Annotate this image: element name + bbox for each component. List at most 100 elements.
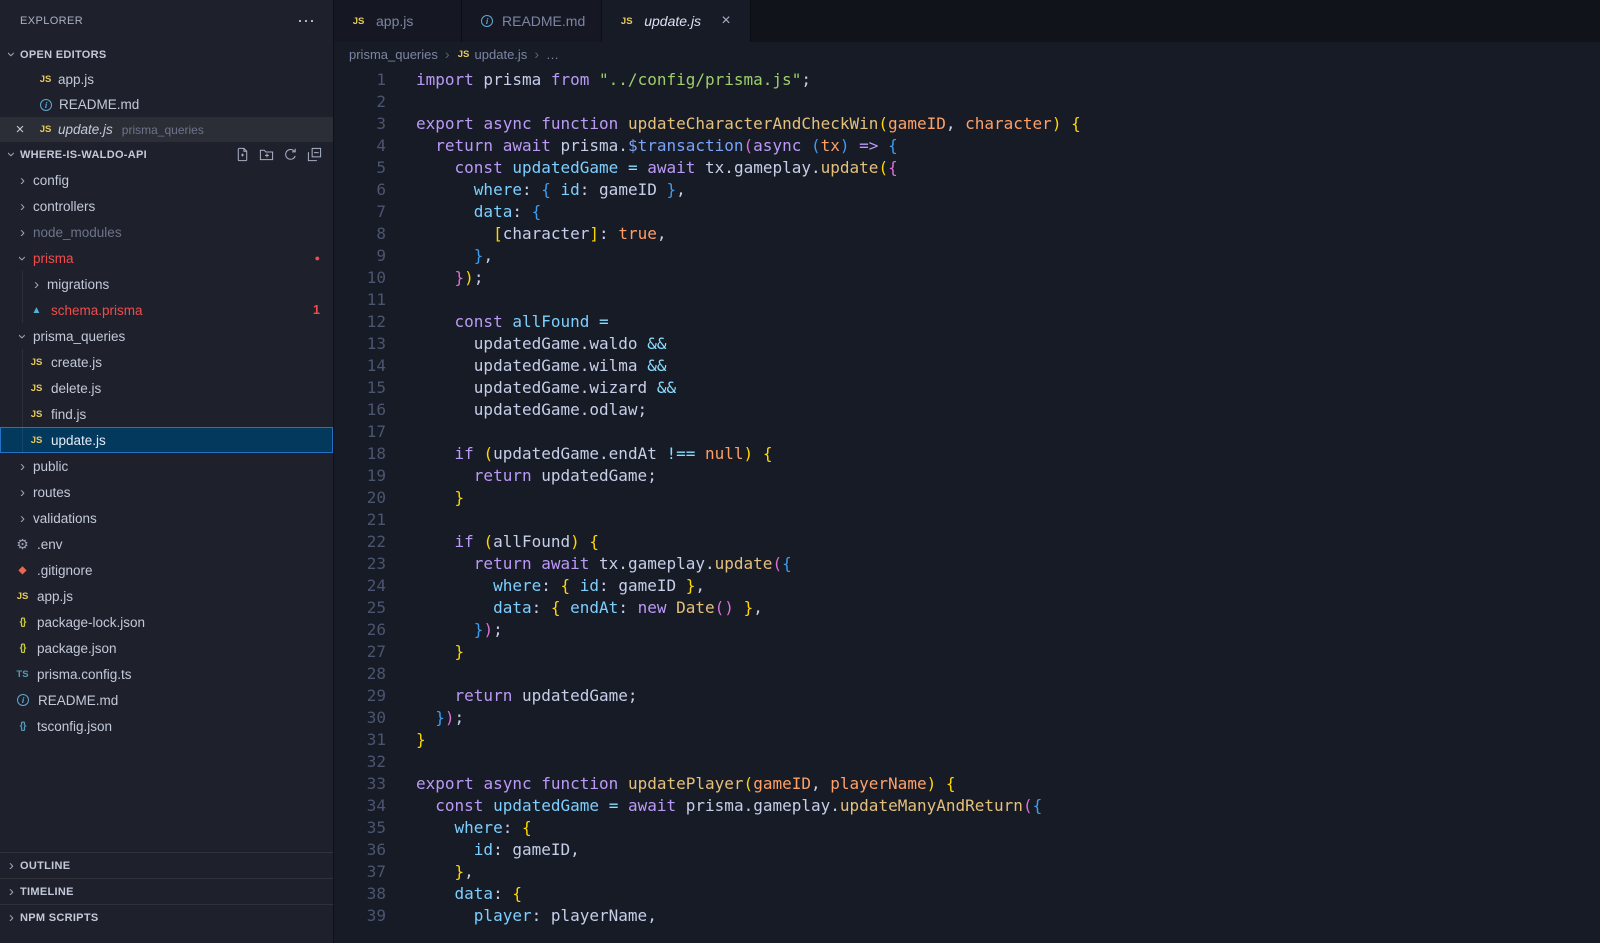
tab-app.js[interactable]: JSapp.js bbox=[334, 0, 462, 42]
workspace-section-header[interactable]: › WHERE-IS-WALDO-API bbox=[0, 142, 333, 167]
tree-item-update.js[interactable]: JSupdate.js bbox=[0, 427, 333, 453]
code-line[interactable]: 34 const updatedGame = await prisma.game… bbox=[334, 796, 1600, 818]
code-line[interactable]: 30 }); bbox=[334, 708, 1600, 730]
tree-item-validations[interactable]: ›validations bbox=[0, 505, 333, 531]
line-number: 26 bbox=[334, 620, 386, 642]
tree-item-label: .env bbox=[37, 537, 63, 552]
code-line[interactable]: 12 const allFound = bbox=[334, 312, 1600, 334]
tree-item-label: .gitignore bbox=[37, 563, 93, 578]
close-icon[interactable]: × bbox=[718, 12, 734, 30]
code-line[interactable]: 33export async function updatePlayer(gam… bbox=[334, 774, 1600, 796]
tree-item-find.js[interactable]: JSfind.js bbox=[0, 401, 333, 427]
code-line[interactable]: 36 id: gameID, bbox=[334, 840, 1600, 862]
code-line[interactable]: 11 bbox=[334, 290, 1600, 312]
tree-item-prisma[interactable]: ›prisma● bbox=[0, 245, 333, 271]
refresh-icon[interactable] bbox=[282, 146, 299, 163]
code-line[interactable]: 24 where: { id: gameID }, bbox=[334, 576, 1600, 598]
section-header-npm-scripts[interactable]: ›NPM SCRIPTS bbox=[0, 904, 333, 930]
code-line[interactable]: 17 bbox=[334, 422, 1600, 444]
code-line[interactable]: 9 }, bbox=[334, 246, 1600, 268]
code-line[interactable]: 10 }); bbox=[334, 268, 1600, 290]
tree-item-README.md[interactable]: iREADME.md bbox=[0, 687, 333, 713]
tree-item-controllers[interactable]: ›controllers bbox=[0, 193, 333, 219]
tree-item-node_modules[interactable]: ›node_modules bbox=[0, 219, 333, 245]
code-line[interactable]: 29 return updatedGame; bbox=[334, 686, 1600, 708]
code-line[interactable]: 21 bbox=[334, 510, 1600, 532]
code-line[interactable]: 15 updatedGame.wizard && bbox=[334, 378, 1600, 400]
code-line[interactable]: 13 updatedGame.waldo && bbox=[334, 334, 1600, 356]
code-line[interactable]: 38 data: { bbox=[334, 884, 1600, 906]
code-line[interactable]: 14 updatedGame.wilma && bbox=[334, 356, 1600, 378]
code-line[interactable]: 37 }, bbox=[334, 862, 1600, 884]
section-header-outline[interactable]: ›OUTLINE bbox=[0, 852, 333, 878]
line-number: 37 bbox=[334, 862, 386, 884]
code-line[interactable]: 1import prisma from "../config/prisma.js… bbox=[334, 70, 1600, 92]
collapse-folders-icon[interactable] bbox=[306, 146, 323, 163]
tab-label: update.js bbox=[644, 13, 701, 29]
tree-item-tsconfig.json[interactable]: {}tsconfig.json bbox=[0, 713, 333, 739]
editor-group: JSapp.jsiREADME.md JSupdate.js × prisma_qu… bbox=[334, 0, 1600, 943]
tree-item-schema.prisma[interactable]: ▲schema.prisma1 bbox=[0, 297, 333, 323]
code-line[interactable]: 8 [character]: true, bbox=[334, 224, 1600, 246]
code-token: ( bbox=[483, 532, 493, 551]
breadcrumb-item[interactable]: JSupdate.js bbox=[457, 47, 528, 62]
code-line[interactable]: 4 return await prisma.$transaction(async… bbox=[334, 136, 1600, 158]
breadcrumb-item[interactable]: … bbox=[546, 47, 559, 62]
code-line[interactable]: 19 return updatedGame; bbox=[334, 466, 1600, 488]
code-token bbox=[532, 554, 542, 573]
tree-item-routes[interactable]: ›routes bbox=[0, 479, 333, 505]
code-line[interactable]: 22 if (allFound) { bbox=[334, 532, 1600, 554]
code-line-text: updatedGame.wizard && bbox=[386, 378, 676, 400]
tree-item-package.json[interactable]: {}package.json bbox=[0, 635, 333, 661]
tree-item-create.js[interactable]: JScreate.js bbox=[0, 349, 333, 375]
tree-item-.gitignore[interactable]: ◆.gitignore bbox=[0, 557, 333, 583]
code-token: updatedGame.wilma bbox=[416, 356, 647, 375]
code-token: id bbox=[580, 576, 599, 595]
code-line[interactable]: 7 data: { bbox=[334, 202, 1600, 224]
code-line[interactable]: 23 return await tx.gameplay.update({ bbox=[334, 554, 1600, 576]
code-line[interactable]: 18 if (updatedGame.endAt !== null) { bbox=[334, 444, 1600, 466]
ts-file-icon: TS bbox=[14, 669, 31, 680]
code-line[interactable]: 2 bbox=[334, 92, 1600, 114]
code-line[interactable]: 6 where: { id: gameID }, bbox=[334, 180, 1600, 202]
code-line[interactable]: 27 } bbox=[334, 642, 1600, 664]
code-line[interactable]: 3export async function updateCharacterAn… bbox=[334, 114, 1600, 136]
new-file-icon[interactable] bbox=[234, 146, 251, 163]
code-line[interactable]: 20 } bbox=[334, 488, 1600, 510]
code-line[interactable]: 31} bbox=[334, 730, 1600, 752]
open-editor-item[interactable]: iREADME.md bbox=[0, 92, 333, 117]
open-editor-item[interactable]: JSapp.js bbox=[0, 67, 333, 92]
code-line[interactable]: 39 player: playerName, bbox=[334, 906, 1600, 928]
open-editors-section-header[interactable]: › OPEN EDITORS bbox=[0, 42, 333, 67]
tab-update.js[interactable]: JSupdate.js× bbox=[602, 0, 751, 42]
tree-item-config[interactable]: ›config bbox=[0, 167, 333, 193]
code-line[interactable]: 28 bbox=[334, 664, 1600, 686]
tree-item-label: app.js bbox=[37, 589, 73, 604]
code-token: return bbox=[474, 466, 532, 485]
tree-item-migrations[interactable]: ›migrations bbox=[0, 271, 333, 297]
code-line[interactable]: 16 updatedGame.odlaw; bbox=[334, 400, 1600, 422]
section-header-timeline[interactable]: ›TIMELINE bbox=[0, 878, 333, 904]
tree-item-prisma.config.ts[interactable]: TSprisma.config.ts bbox=[0, 661, 333, 687]
code-token: : bbox=[522, 180, 541, 199]
code-line[interactable]: 32 bbox=[334, 752, 1600, 774]
open-editor-item[interactable]: ×JSupdate.jsprisma_queries bbox=[0, 117, 333, 142]
tree-item-delete.js[interactable]: JSdelete.js bbox=[0, 375, 333, 401]
code-line[interactable]: 5 const updatedGame = await tx.gameplay.… bbox=[334, 158, 1600, 180]
more-actions-icon[interactable]: ⋯ bbox=[297, 12, 315, 30]
line-number: 18 bbox=[334, 444, 386, 466]
code-token: "../config/prisma.js" bbox=[599, 70, 801, 89]
breadcrumb-item[interactable]: prisma_queries bbox=[349, 47, 438, 62]
code-line[interactable]: 35 where: { bbox=[334, 818, 1600, 840]
tree-item-public[interactable]: ›public bbox=[0, 453, 333, 479]
tree-item-app.js[interactable]: JSapp.js bbox=[0, 583, 333, 609]
code-editor[interactable]: 1import prisma from "../config/prisma.js… bbox=[334, 66, 1600, 943]
tree-item-.env[interactable]: ⚙.env bbox=[0, 531, 333, 557]
tab-README.md[interactable]: iREADME.md bbox=[462, 0, 602, 42]
code-line[interactable]: 25 data: { endAt: new Date() }, bbox=[334, 598, 1600, 620]
tree-item-prisma_queries[interactable]: ›prisma_queries bbox=[0, 323, 333, 349]
new-folder-icon[interactable] bbox=[258, 146, 275, 163]
code-line[interactable]: 26 }); bbox=[334, 620, 1600, 642]
tree-item-package-lock.json[interactable]: {}package-lock.json bbox=[0, 609, 333, 635]
close-icon[interactable]: × bbox=[11, 117, 29, 142]
